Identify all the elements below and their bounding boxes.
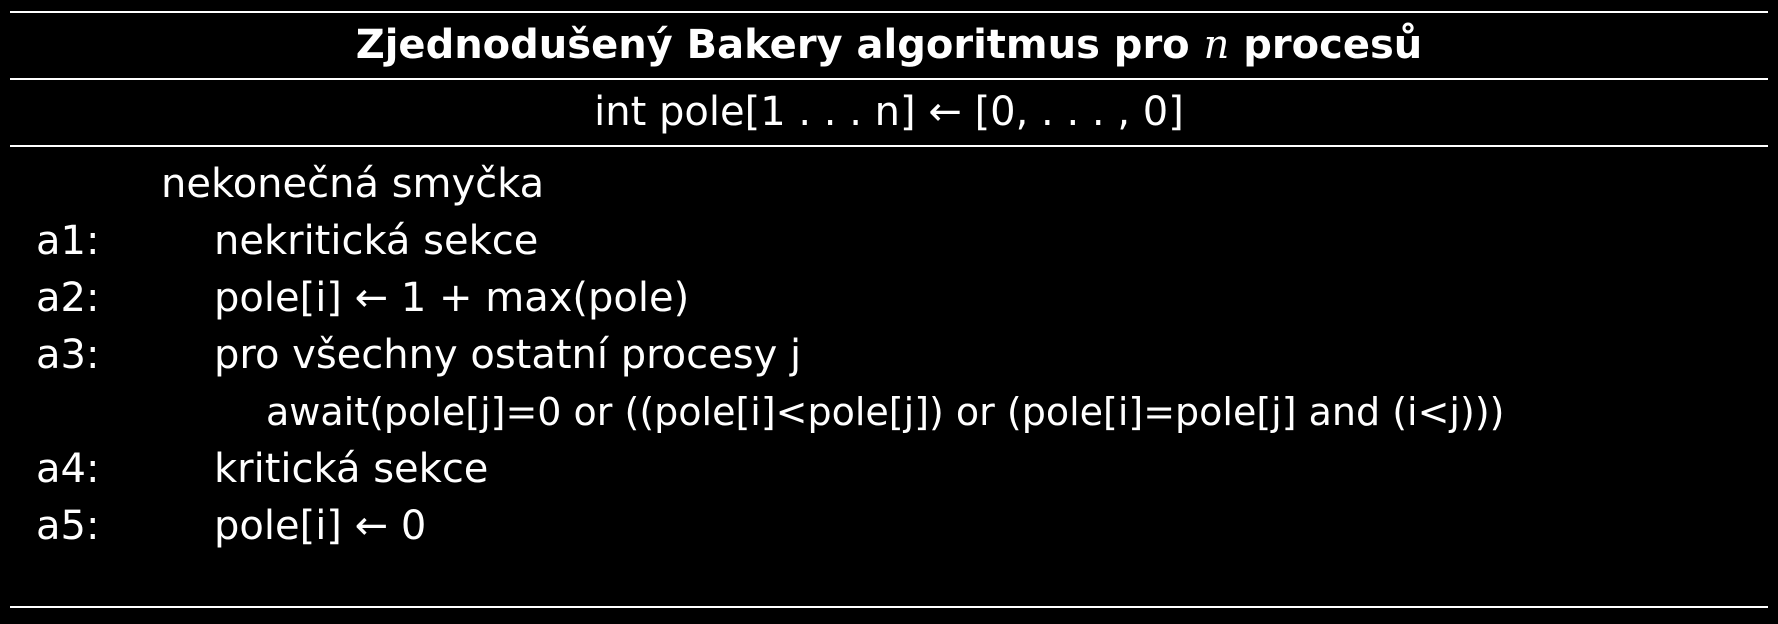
algorithm-title: Zjednodušený Bakery algoritmus pro n pro… [0, 13, 1778, 78]
title-prefix: Zjednodušený Bakery algoritmus pro [355, 22, 1190, 68]
line-label: a5: [36, 503, 100, 549]
line-label: a3: [36, 332, 100, 378]
code-line: a3: pro všechny ostatní procesy j [0, 328, 1778, 382]
global-declaration: int pole[1 . . . n] ← [0, . . . , 0] [594, 89, 1184, 135]
bottom-rule [10, 606, 1768, 608]
code-line: await(pole[j]=0 or ((pole[i]<pole[j]) or… [0, 385, 1778, 439]
line-text: nekritická sekce [214, 218, 539, 264]
code-line: a4: kritická sekce [0, 442, 1778, 496]
code-line: a2: pole[i] ← 1 + max(pole) [0, 271, 1778, 325]
line-text: await(pole[j]=0 or ((pole[i]<pole[j]) or… [266, 390, 1505, 434]
line-label: a1: [36, 218, 100, 264]
code-line: nekonečná smyčka [0, 157, 1778, 211]
line-text: nekonečná smyčka [161, 161, 545, 207]
line-label: a4: [36, 446, 100, 492]
line-text: pole[i] ← 0 [214, 503, 427, 549]
declaration-divider [10, 145, 1768, 147]
code-line: a1: nekritická sekce [0, 214, 1778, 268]
line-text: pro všechny ostatní procesy j [214, 332, 802, 378]
title-variable: n [1203, 22, 1230, 68]
line-text: kritická sekce [214, 446, 489, 492]
line-text: pole[i] ← 1 + max(pole) [214, 275, 690, 321]
title-suffix: procesů [1243, 22, 1423, 68]
code-line: a5: pole[i] ← 0 [0, 499, 1778, 553]
line-label: a2: [36, 275, 100, 321]
